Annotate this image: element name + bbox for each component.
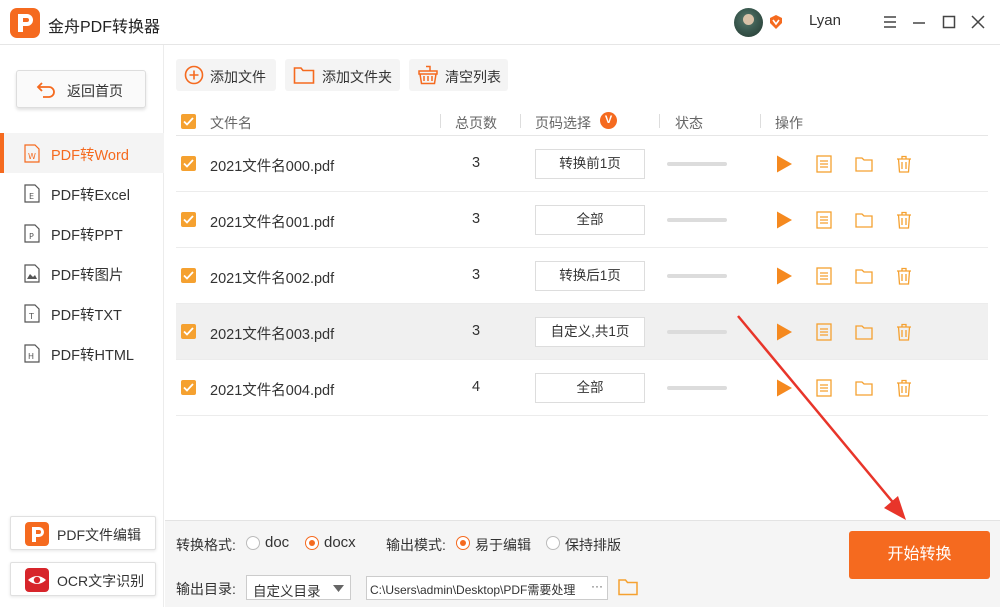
annotation-arrow bbox=[737, 315, 906, 520]
